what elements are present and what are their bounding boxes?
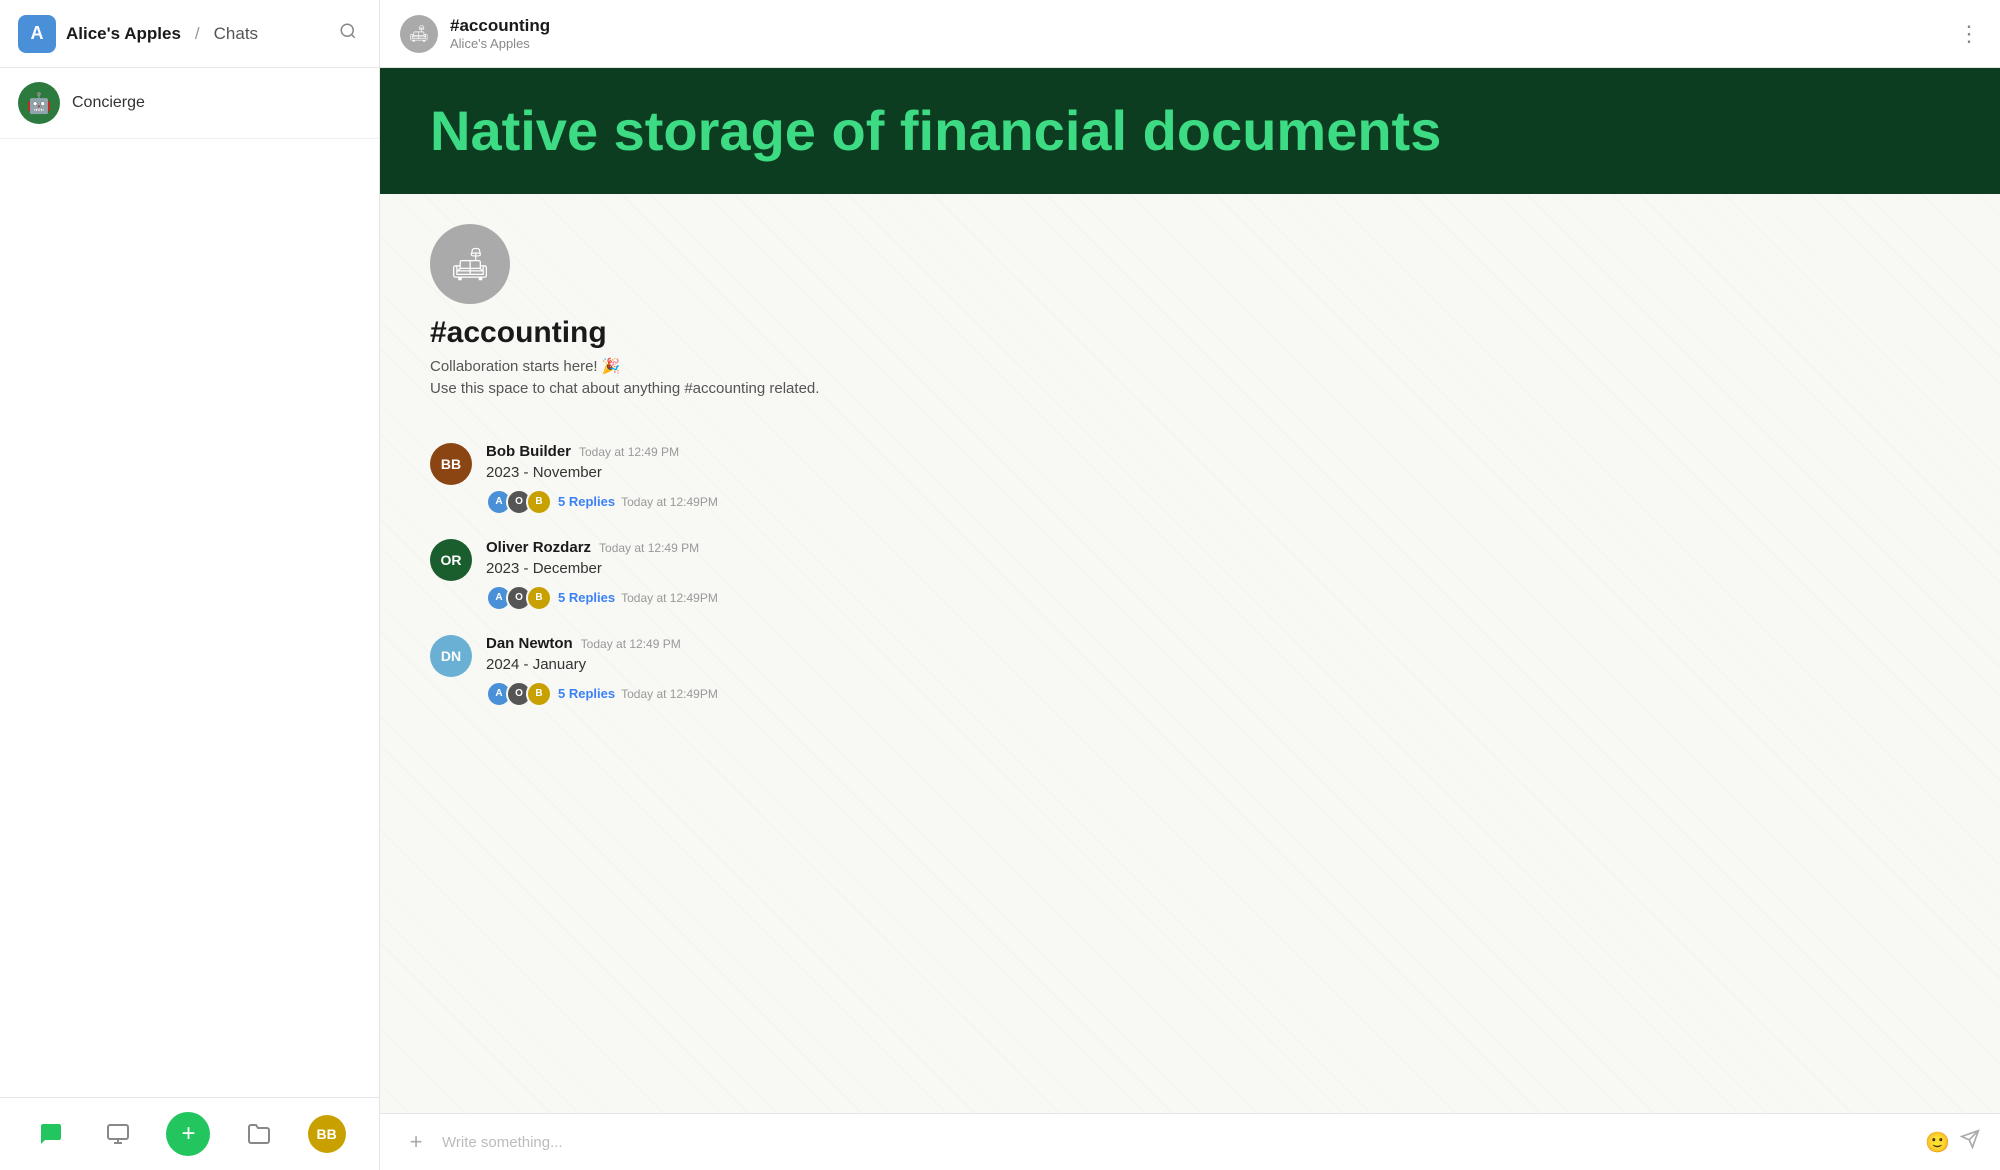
reply-avatars: A O B (486, 681, 552, 707)
chats-label: Chats (214, 24, 258, 44)
user-initials: BB (317, 1126, 337, 1142)
add-icon: + (181, 1120, 195, 1148)
reply-avatars: A O B (486, 489, 552, 515)
reply-avatar: B (526, 489, 552, 515)
concierge-label: Concierge (72, 94, 145, 112)
emoji-button[interactable]: 🙂 (1925, 1130, 1950, 1155)
files-nav-button[interactable] (241, 1116, 277, 1152)
message-input-bar: + 🙂 (380, 1113, 2000, 1170)
reply-avatars: A O B (486, 585, 552, 611)
concierge-icon: 🤖 (27, 91, 52, 116)
input-right-icons: 🙂 (1925, 1129, 1980, 1155)
table-row: BB Bob Builder Today at 12:49 PM 2023 - … (430, 431, 1950, 527)
main-content: 🛋 #accounting Alice's Apples ⋮ Native st… (380, 0, 2000, 1170)
message-time: Today at 12:49 PM (599, 541, 699, 555)
replies-count[interactable]: 5 Replies (558, 590, 615, 605)
sidebar-item-concierge[interactable]: 🤖 Concierge (0, 68, 379, 139)
avatar-initials: OR (441, 552, 462, 568)
more-options-button[interactable]: ⋮ (1958, 21, 1980, 47)
channel-name: #accounting (450, 16, 550, 36)
message-text: 2023 - December (486, 560, 1950, 577)
replies-count[interactable]: 5 Replies (558, 686, 615, 701)
chat-area: 🛋 #accounting Collaboration starts here!… (380, 194, 2000, 1113)
workspace-divider: / (195, 24, 200, 44)
messages-list: BB Bob Builder Today at 12:49 PM 2023 - … (430, 431, 1950, 719)
channel-avatar: 🛋 (400, 15, 438, 53)
replies-time: Today at 12:49PM (621, 591, 718, 605)
channel-intro: 🛋 #accounting Collaboration starts here!… (430, 224, 1950, 401)
emoji-icon: 🙂 (1925, 1132, 1950, 1154)
main-topbar: 🛋 #accounting Alice's Apples ⋮ (380, 0, 2000, 68)
message-text: 2023 - November (486, 464, 1950, 481)
message-text: 2024 - January (486, 656, 1950, 673)
message-header: Dan Newton Today at 12:49 PM (486, 635, 1950, 652)
message-author: Dan Newton (486, 635, 573, 652)
workspace-title: Alice's Apples (66, 24, 181, 44)
add-button[interactable]: + (166, 1112, 210, 1156)
replies-time: Today at 12:49PM (621, 495, 718, 509)
channel-big-name: #accounting (430, 316, 607, 350)
message-avatar: OR (430, 539, 472, 581)
sidebar-header-left: A Alice's Apples / Chats (18, 15, 258, 53)
replies-row[interactable]: A O B 5 Replies Today at 12:49PM (486, 681, 1950, 707)
message-header: Bob Builder Today at 12:49 PM (486, 443, 1950, 460)
concierge-avatar: 🤖 (18, 82, 60, 124)
plus-icon: + (410, 1129, 423, 1155)
workspace-icon[interactable]: A (18, 15, 56, 53)
message-avatar: DN (430, 635, 472, 677)
workspace-initial: A (31, 23, 44, 44)
message-author: Oliver Rozdarz (486, 539, 591, 556)
message-time: Today at 12:49 PM (579, 445, 679, 459)
replies-row[interactable]: A O B 5 Replies Today at 12:49PM (486, 489, 1950, 515)
replies-count[interactable]: 5 Replies (558, 494, 615, 509)
search-button[interactable] (335, 18, 361, 49)
replies-time: Today at 12:49PM (621, 687, 718, 701)
user-profile-avatar[interactable]: BB (308, 1115, 346, 1153)
message-avatar: BB (430, 443, 472, 485)
message-body: Oliver Rozdarz Today at 12:49 PM 2023 - … (486, 539, 1950, 611)
channel-big-icon: 🛋 (450, 245, 491, 283)
message-author: Bob Builder (486, 443, 571, 460)
channel-name-block: #accounting Alice's Apples (450, 16, 550, 51)
reply-avatar: B (526, 681, 552, 707)
channel-workspace: Alice's Apples (450, 36, 550, 51)
table-row: OR Oliver Rozdarz Today at 12:49 PM 2023… (430, 527, 1950, 623)
sidebar-bottom-nav: + BB (0, 1097, 379, 1170)
table-row: DN Dan Newton Today at 12:49 PM 2024 - J… (430, 623, 1950, 719)
replies-row[interactable]: A O B 5 Replies Today at 12:49PM (486, 585, 1950, 611)
more-icon: ⋮ (1958, 21, 1980, 46)
message-header: Oliver Rozdarz Today at 12:49 PM (486, 539, 1950, 556)
screen-nav-button[interactable] (100, 1116, 136, 1152)
message-input[interactable] (442, 1134, 1915, 1151)
message-time: Today at 12:49 PM (581, 637, 681, 651)
sidebar-header: A Alice's Apples / Chats (0, 0, 379, 68)
channel-info: 🛋 #accounting Alice's Apples (400, 15, 550, 53)
chat-nav-button[interactable] (33, 1116, 69, 1152)
channel-big-avatar: 🛋 (430, 224, 510, 304)
channel-avatar-icon: 🛋 (409, 24, 429, 44)
message-body: Bob Builder Today at 12:49 PM 2023 - Nov… (486, 443, 1950, 515)
send-button[interactable] (1960, 1129, 1980, 1155)
banner-text: Native storage of financial documents (430, 100, 1950, 162)
feature-banner: Native storage of financial documents (380, 68, 2000, 194)
message-body: Dan Newton Today at 12:49 PM 2024 - Janu… (486, 635, 1950, 707)
reply-avatar: B (526, 585, 552, 611)
sidebar: A Alice's Apples / Chats 🤖 Concierge (0, 0, 380, 1170)
channel-description-line1: Collaboration starts here! 🎉 Use this sp… (430, 356, 819, 401)
avatar-initials: BB (441, 456, 461, 472)
input-add-button[interactable]: + (400, 1126, 432, 1158)
avatar-initials: DN (441, 648, 461, 664)
